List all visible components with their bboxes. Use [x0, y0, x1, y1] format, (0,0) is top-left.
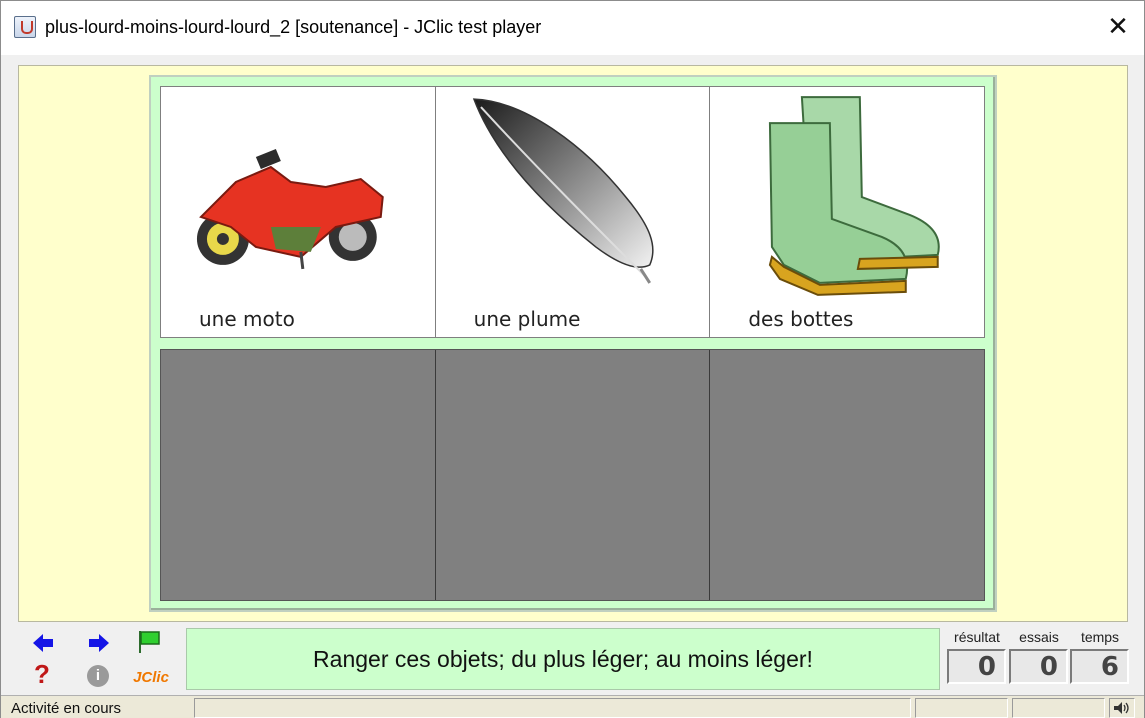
java-app-icon	[14, 16, 36, 38]
arrow-right-icon[interactable]	[86, 630, 112, 656]
target-grid	[160, 349, 985, 601]
status-progress-pane	[194, 698, 911, 718]
jclic-logo[interactable]: JClic	[131, 664, 171, 690]
tries-label: essais	[1019, 629, 1059, 645]
time-label: temps	[1080, 629, 1120, 645]
question-icon[interactable]: ?	[29, 659, 55, 689]
status-pane-3	[1012, 698, 1105, 718]
source-cell-plume[interactable]: une plume	[436, 87, 711, 337]
result-label: résultat	[954, 629, 1000, 645]
cell-label: une plume	[473, 307, 581, 331]
cell-label: des bottes	[748, 307, 854, 331]
info-icon[interactable]: i	[85, 663, 111, 689]
instruction-message: Ranger ces objets; du plus léger; au moi…	[186, 628, 940, 690]
source-cell-moto[interactable]: une moto	[161, 87, 436, 337]
app-window: plus-lourd-moins-lourd-lourd_2 [soutenan…	[0, 0, 1145, 718]
feather-icon	[472, 98, 654, 284]
speaker-icon[interactable]	[1109, 698, 1135, 718]
target-cell-2[interactable]	[435, 350, 711, 600]
tries-counter: 0	[1009, 649, 1068, 684]
close-button[interactable]: ✕	[1091, 1, 1145, 55]
time-counter: 6	[1070, 649, 1129, 684]
status-pane-2	[915, 698, 1008, 718]
motorcycle-icon	[196, 149, 384, 270]
flag-icon[interactable]	[136, 629, 162, 655]
control-panel: ? i JClic	[18, 626, 183, 692]
arrow-left-icon[interactable]	[30, 630, 56, 656]
source-cell-bottes[interactable]: des bottes	[710, 87, 984, 337]
boots-icon	[769, 96, 941, 296]
target-cell-1[interactable]	[161, 350, 436, 600]
target-cell-3[interactable]	[710, 350, 985, 600]
cell-label: une moto	[199, 307, 295, 331]
status-bar: Activité en cours	[1, 695, 1144, 718]
source-grid: une moto une plume des bottes	[160, 86, 985, 338]
status-text: Activité en cours	[11, 700, 122, 717]
result-counter: 0	[947, 649, 1006, 684]
info-glyph: i	[87, 665, 109, 687]
window-title: plus-lourd-moins-lourd-lourd_2 [soutenan…	[45, 17, 542, 37]
title-bar: plus-lourd-moins-lourd-lourd_2 [soutenan…	[1, 1, 1144, 55]
